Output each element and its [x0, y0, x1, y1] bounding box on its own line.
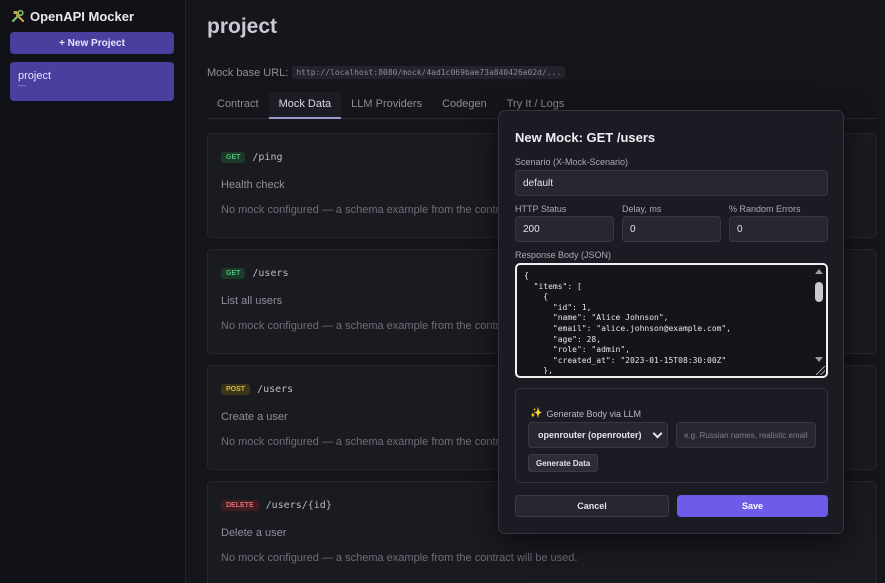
tab-codegen[interactable]: Codegen	[432, 92, 497, 119]
tab-llm-providers[interactable]: LLM Providers	[341, 92, 432, 119]
endpoint-note: No mock configured — a schema example fr…	[221, 552, 578, 564]
app-title: OpenAPI Mocker	[30, 8, 135, 24]
endpoint-path: /users	[252, 268, 289, 279]
endpoint-summary: Delete a user	[221, 527, 287, 539]
chevron-down-icon	[652, 428, 663, 438]
llm-provider-select[interactable]: openrouter (openrouter)	[528, 422, 668, 448]
resize-grip-icon[interactable]	[816, 366, 825, 375]
response-body-label: Response Body (JSON)	[515, 250, 612, 260]
base-url-value[interactable]: http://localhost:8080/mock/4ad1c069bae73…	[292, 66, 566, 79]
endpoint-summary: Create a user	[221, 411, 288, 423]
project-subtitle: —	[18, 81, 26, 90]
random-errors-label: % Random Errors	[729, 204, 801, 214]
random-errors-input[interactable]	[729, 216, 828, 242]
method-badge: DELETE	[221, 500, 259, 511]
scenario-label: Scenario (X-Mock-Scenario)	[515, 157, 629, 167]
dialog-title: New Mock: GET /users	[515, 130, 656, 145]
endpoint-path: /ping	[252, 152, 283, 163]
response-body-text[interactable]: { "items": [ { "id": 1, "name": "Alice J…	[524, 271, 814, 374]
page-title: project	[207, 15, 278, 38]
editor-scrollbar[interactable]	[813, 267, 825, 374]
delay-label: Delay, ms	[622, 204, 662, 214]
base-url-label: Mock base URL:	[207, 66, 289, 79]
llm-panel-title: ✨ Generate Body via LLM	[530, 408, 641, 419]
endpoint-summary: Health check	[221, 179, 285, 191]
http-status-label: HTTP Status	[515, 204, 567, 214]
scroll-thumb[interactable]	[815, 282, 823, 302]
mock-base-url: Mock base URL: http://localhost:8080/moc…	[207, 66, 566, 79]
endpoint-header: DELETE /users/{id}	[221, 500, 332, 511]
http-status-input[interactable]	[515, 216, 614, 242]
endpoint-header: GET /users	[221, 268, 289, 279]
tools-icon	[11, 9, 25, 23]
sidebar: OpenAPI Mocker + New Project project —	[0, 0, 186, 583]
generate-data-button[interactable]: Generate Data	[528, 454, 599, 472]
endpoint-path: /users/{id}	[265, 500, 332, 511]
response-body-editor[interactable]: { "items": [ { "id": 1, "name": "Alice J…	[515, 263, 828, 378]
tab-contract[interactable]: Contract	[207, 92, 269, 119]
endpoint-path: /users	[257, 384, 294, 395]
method-badge: GET	[221, 152, 246, 163]
scroll-up-arrow-icon[interactable]	[815, 269, 823, 274]
sparkles-icon: ✨	[530, 408, 543, 419]
cancel-button[interactable]: Cancel	[515, 495, 669, 517]
sidebar-item-project[interactable]: project —	[10, 62, 174, 101]
llm-generate-panel: ✨ Generate Body via LLM openrouter (open…	[515, 388, 828, 483]
tab-mock-data[interactable]: Mock Data	[268, 92, 342, 119]
scroll-down-arrow-icon[interactable]	[815, 357, 823, 362]
app-brand: OpenAPI Mocker	[11, 8, 134, 24]
llm-prompt-input[interactable]	[676, 422, 816, 448]
endpoint-header: POST /users	[221, 384, 293, 395]
method-badge: POST	[221, 384, 251, 395]
project-name: project	[18, 70, 52, 82]
llm-provider-value: openrouter (openrouter)	[538, 430, 642, 440]
method-badge: GET	[221, 268, 246, 279]
endpoint-header: GET /ping	[221, 152, 283, 163]
delay-input[interactable]	[622, 216, 721, 242]
new-mock-dialog: New Mock: GET /users Scenario (X-Mock-Sc…	[498, 110, 844, 534]
llm-title-text: Generate Body via LLM	[546, 408, 642, 419]
save-button[interactable]: Save	[677, 495, 828, 517]
new-project-button[interactable]: + New Project	[10, 32, 174, 54]
scenario-input[interactable]	[515, 170, 828, 196]
endpoint-summary: List all users	[221, 295, 283, 307]
